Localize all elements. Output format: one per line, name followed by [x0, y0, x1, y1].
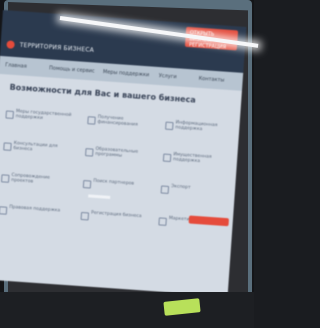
building-icon [162, 153, 172, 163]
marketing-icon [158, 217, 167, 226]
nav-item-contacts[interactable]: Контакты [198, 76, 224, 84]
kiosk-base [0, 292, 254, 328]
list-item[interactable]: Получение финансирования [87, 114, 158, 139]
main-content: Возможности для Вас и вашего бизнеса Мер… [0, 73, 242, 297]
list-item[interactable]: Экспорт [160, 183, 231, 208]
nav-item-home[interactable]: Главная [5, 62, 27, 69]
list-item[interactable]: Правовая поддержка [0, 204, 69, 229]
register-icon [80, 211, 90, 221]
logo-text: ТЕРРИТОРИЯ БИЗНЕСА [19, 41, 95, 54]
logo-icon [6, 40, 15, 49]
list-item[interactable]: Поиск партнеров [82, 178, 153, 203]
page-title: Возможности для Вас и вашего бизнеса [9, 82, 196, 105]
nav-item-help[interactable]: Помощь и сервис [49, 65, 95, 74]
list-item[interactable]: Сопровождение проектов [0, 172, 71, 197]
nav-item-services[interactable]: Услуги [159, 73, 177, 80]
partners-icon [82, 180, 92, 189]
photo-frame: ТЕРРИТОРИЯ БИЗНЕСА ОТКРЫТЬ БИЗНЕС, РЕГИС… [0, 0, 259, 328]
finance-icon [87, 116, 96, 125]
project-icon [0, 174, 10, 183]
law-icon [0, 206, 8, 215]
list-item[interactable]: Информационная поддержка [164, 120, 235, 145]
list-item[interactable]: Имущественная поддержка [162, 152, 233, 177]
list-item[interactable]: Регистрация бизнеса [80, 210, 151, 235]
list-item[interactable]: Меры государственной поддержки [5, 108, 76, 133]
list-item[interactable]: Консультации для бизнеса [3, 140, 74, 165]
list-item[interactable]: Образовательные программы [84, 146, 155, 171]
education-icon [85, 148, 94, 157]
document-icon [5, 110, 14, 119]
export-icon [160, 185, 170, 194]
nav-item-support[interactable]: Меры поддержки [103, 69, 150, 78]
info-icon [165, 121, 174, 131]
kiosk-screen: ТЕРРИТОРИЯ БИЗНЕСА ОТКРЫТЬ БИЗНЕС, РЕГИС… [0, 10, 247, 297]
chat-icon [3, 142, 12, 151]
site-logo[interactable]: ТЕРРИТОРИЯ БИЗНЕСА [6, 40, 94, 54]
